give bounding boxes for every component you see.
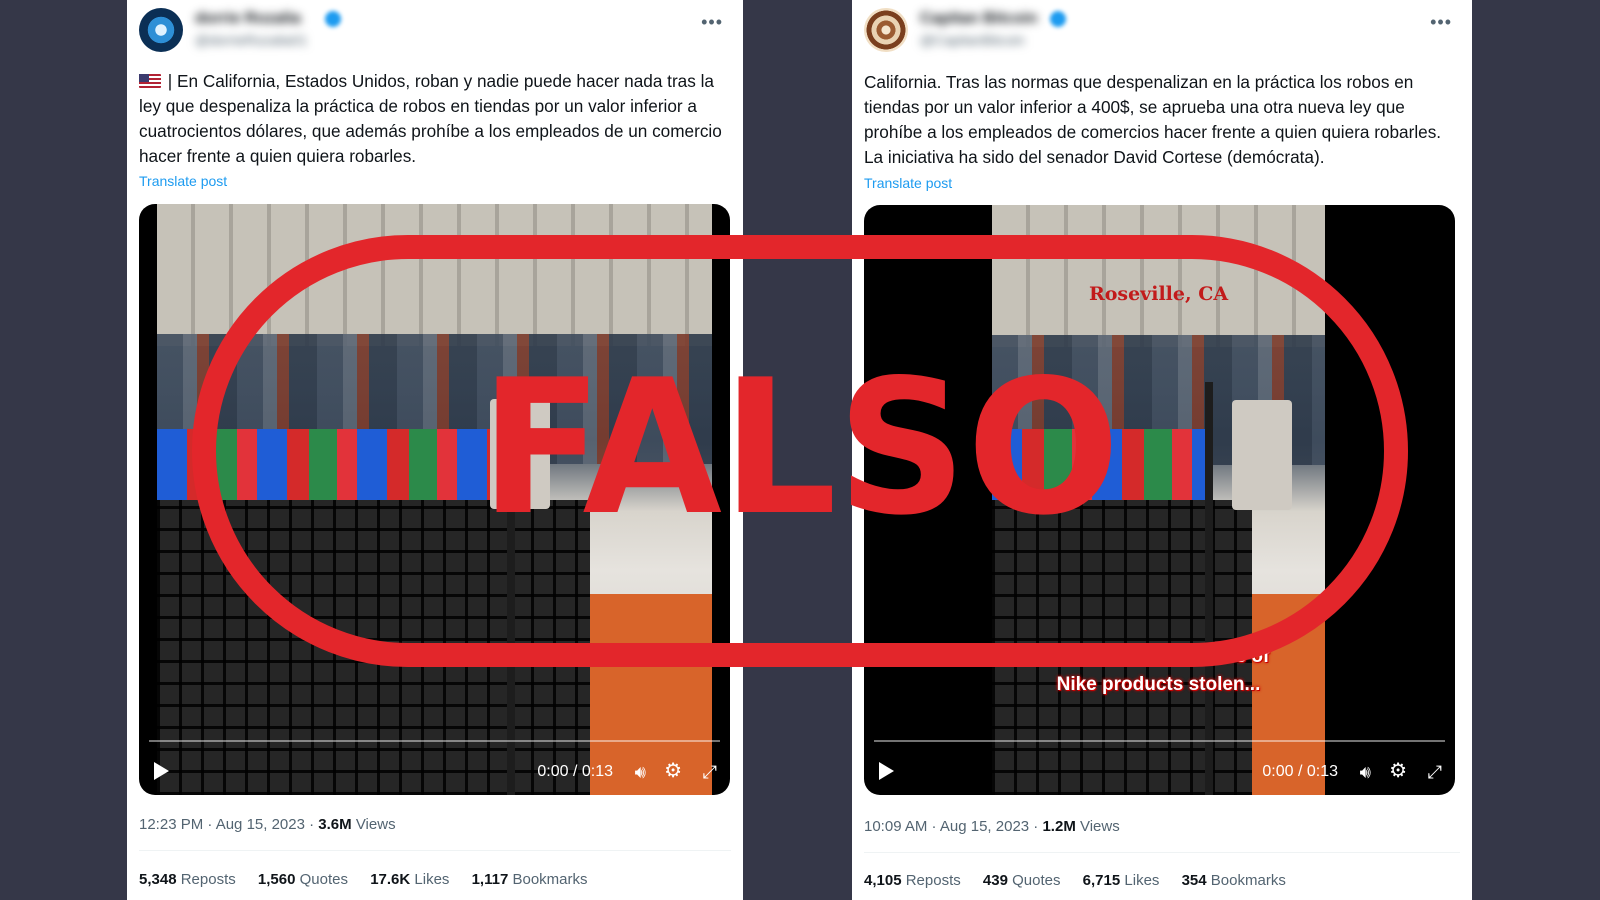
video-scene-clothes (157, 428, 518, 506)
video-time: 0:00 / 0:13 (537, 763, 613, 780)
avatar[interactable] (139, 8, 183, 52)
bookmarks-stat[interactable]: 1,117 Bookmarks (472, 871, 588, 888)
quotes-stat[interactable]: 1,560 Quotes (258, 871, 348, 888)
video-controls: 0:00 / 0:13 🔊︎ ⚙ ⤢ (864, 743, 1455, 795)
timestamp[interactable]: 12:23 PM · Aug 15, 2023 · (139, 816, 318, 833)
video-location-overlay: Roseville, CA (1088, 283, 1229, 305)
more-options-icon[interactable]: ••• (701, 12, 723, 33)
quotes-count: 439 (982, 872, 1008, 889)
video-caption-overlay: HUNDREDS of dollars of Nike products sto… (992, 643, 1325, 699)
likes-label: Likes (414, 871, 450, 888)
likes-stat[interactable]: 17.6K Likes (370, 871, 449, 888)
reposts-label: Reposts (905, 872, 961, 889)
tweet-meta: 12:23 PM · Aug 15, 2023 · 3.6M Views (139, 816, 396, 833)
bookmarks-stat[interactable]: 354 Bookmarks (1182, 872, 1286, 889)
tweet-text: | En California, Estados Unidos, roban y… (139, 69, 733, 169)
more-options-icon[interactable]: ••• (1430, 12, 1452, 33)
verified-badge-icon (1050, 11, 1066, 27)
volume-icon[interactable]: 🔊︎ (635, 762, 646, 783)
views-count: 1.2M (1042, 818, 1076, 835)
divider (864, 852, 1460, 853)
video-time: 0:00 / 0:13 (1262, 763, 1338, 780)
reposts-stat[interactable]: 4,105 Reposts (864, 872, 961, 889)
likes-stat[interactable]: 6,715 Likes (1083, 872, 1160, 889)
views-label: Views (351, 816, 396, 833)
quotes-stat[interactable]: 439 Quotes (983, 872, 1061, 889)
engagement-stats: 4,105 Reposts 439 Quotes 6,715 Likes 354… (864, 872, 1304, 889)
us-flag-icon (139, 74, 161, 88)
video-frame: Roseville, CA HUNDREDS of dollars of Nik… (992, 205, 1325, 795)
divider (139, 850, 731, 851)
verified-badge-icon (325, 11, 341, 27)
reposts-count: 5,348 (139, 871, 177, 888)
video-controls: 0:00 / 0:13 🔊︎ ⚙ ⤢ (139, 743, 730, 795)
video-scene-dispenser (490, 399, 550, 510)
video-progress-bar[interactable] (149, 740, 720, 742)
video-caption-line-2: Nike products stolen... (1056, 674, 1261, 695)
views-label: Views (1075, 818, 1120, 835)
reposts-count: 4,105 (864, 872, 902, 889)
play-icon[interactable] (879, 762, 894, 780)
fullscreen-icon[interactable]: ⤢ (703, 762, 717, 783)
video-scene-pole (1205, 382, 1214, 795)
settings-gear-icon[interactable]: ⚙ (664, 758, 682, 783)
tweet-text: California. Tras las normas que despenal… (864, 72, 1442, 167)
video-caption-line-1: HUNDREDS of dollars of (1047, 646, 1270, 667)
video-frame (157, 204, 712, 795)
bookmarks-count: 1,117 (471, 871, 509, 888)
video-scene-dispenser (1231, 399, 1292, 510)
timestamp[interactable]: 10:09 AM · Aug 15, 2023 · (864, 818, 1042, 835)
user-handle[interactable]: @CapitanBitcoin (920, 32, 1025, 48)
engagement-stats: 5,348 Reposts 1,560 Quotes 17.6K Likes 1… (139, 871, 606, 888)
tweet-header: dorrie Rozalia @dorrieRozalia01 ••• (139, 8, 731, 56)
bookmarks-label: Bookmarks (1210, 872, 1286, 889)
fullscreen-icon[interactable]: ⤢ (1428, 762, 1442, 783)
video-scene-ceiling (157, 204, 712, 346)
settings-gear-icon[interactable]: ⚙ (1389, 758, 1407, 783)
video-player[interactable]: 0:00 / 0:13 🔊︎ ⚙ ⤢ (139, 204, 730, 795)
tweet-meta: 10:09 AM · Aug 15, 2023 · 1.2M Views (864, 818, 1120, 835)
bookmarks-count: 354 (1181, 872, 1207, 889)
likes-count: 6,715 (1082, 872, 1121, 889)
reposts-label: Reposts (180, 871, 236, 888)
tweet-card[interactable]: Capitan Bitcoin @CapitanBitcoin ••• Cali… (852, 0, 1472, 900)
play-icon[interactable] (154, 762, 169, 780)
quotes-count: 1,560 (257, 871, 296, 888)
translate-post-link[interactable]: Translate post (864, 175, 952, 191)
tweet-card[interactable]: dorrie Rozalia @dorrieRozalia01 ••• | En… (127, 0, 743, 900)
video-progress-bar[interactable] (874, 740, 1445, 742)
likes-label: Likes (1124, 872, 1160, 889)
tweet-text-content: | En California, Estados Unidos, roban y… (139, 71, 722, 166)
volume-icon[interactable]: 🔊︎ (1360, 762, 1371, 783)
views-count: 3.6M (318, 816, 352, 833)
tweet-header: Capitan Bitcoin @CapitanBitcoin ••• (864, 8, 1460, 56)
quotes-label: Quotes (299, 871, 349, 888)
video-player[interactable]: Roseville, CA HUNDREDS of dollars of Nik… (864, 205, 1455, 795)
username[interactable]: dorrie Rozalia (195, 10, 301, 28)
username[interactable]: Capitan Bitcoin (920, 10, 1037, 28)
quotes-label: Quotes (1012, 872, 1061, 889)
video-scene-clothes (992, 429, 1209, 506)
translate-post-link[interactable]: Translate post (139, 173, 227, 189)
reposts-stat[interactable]: 5,348 Reposts (139, 871, 236, 888)
likes-count: 17.6K (370, 871, 411, 888)
user-handle[interactable]: @dorrieRozalia01 (195, 32, 307, 48)
avatar[interactable] (864, 8, 908, 52)
bookmarks-label: Bookmarks (512, 871, 588, 888)
video-scene-pole (506, 381, 515, 795)
video-scene-ceiling (992, 205, 1325, 347)
